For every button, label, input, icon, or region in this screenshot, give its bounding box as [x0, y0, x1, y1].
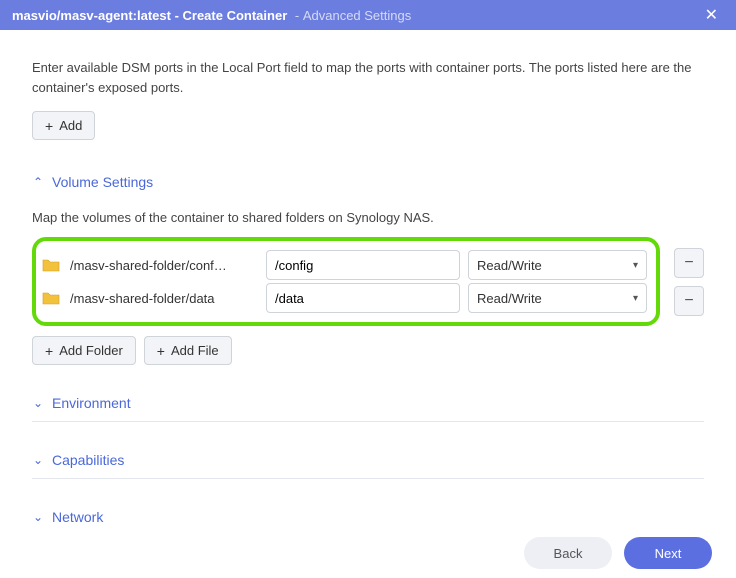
- permission-select[interactable]: Read/Write ▾: [468, 250, 647, 280]
- add-file-label: Add File: [171, 343, 219, 358]
- minus-icon: −: [684, 254, 693, 272]
- back-button[interactable]: Back: [524, 537, 612, 569]
- minus-icon: −: [684, 292, 693, 310]
- volume-settings-header[interactable]: ⌃ Volume Settings: [32, 164, 704, 200]
- capabilities-title: Capabilities: [52, 452, 124, 468]
- folder-icon: [42, 258, 60, 272]
- add-port-label: Add: [59, 118, 82, 133]
- title-sub: - Advanced Settings: [291, 8, 411, 23]
- chevron-down-icon: ⌄: [32, 510, 44, 524]
- title-main: masvio/masv-agent:latest - Create Contai…: [12, 8, 287, 23]
- next-button[interactable]: Next: [624, 537, 712, 569]
- plus-icon: +: [45, 119, 53, 133]
- chevron-up-icon: ⌃: [32, 175, 44, 189]
- environment-title: Environment: [52, 395, 131, 411]
- footer: Back Next: [0, 528, 736, 578]
- volume-settings-title: Volume Settings: [52, 174, 153, 190]
- remove-volume-button[interactable]: −: [674, 248, 704, 278]
- network-title: Network: [52, 509, 103, 525]
- chevron-down-icon: ⌄: [32, 453, 44, 467]
- mount-path-input[interactable]: [266, 250, 460, 280]
- capabilities-header[interactable]: ⌄ Capabilities: [32, 442, 704, 479]
- plus-icon: +: [157, 344, 165, 358]
- close-icon[interactable]: ✕: [699, 3, 724, 27]
- add-port-button[interactable]: + Add: [32, 111, 95, 140]
- content-scroll[interactable]: Enter available DSM ports in the Local P…: [0, 30, 736, 528]
- volume-description: Map the volumes of the container to shar…: [32, 210, 704, 225]
- chevron-down-icon: ⌄: [32, 396, 44, 410]
- mount-path-input[interactable]: [266, 283, 460, 313]
- host-path: /masv-shared-folder/conf…: [68, 258, 258, 273]
- environment-header[interactable]: ⌄ Environment: [32, 385, 704, 422]
- chevron-down-icon: ▾: [633, 293, 638, 304]
- permission-select[interactable]: Read/Write ▾: [468, 283, 647, 313]
- ports-description: Enter available DSM ports in the Local P…: [32, 58, 704, 97]
- folder-icon: [42, 291, 60, 305]
- add-folder-label: Add Folder: [59, 343, 123, 358]
- add-folder-button[interactable]: + Add Folder: [32, 336, 136, 365]
- chevron-down-icon: ▾: [633, 260, 638, 271]
- volume-row: /masv-shared-folder/conf… Read/Write ▾: [42, 250, 650, 280]
- plus-icon: +: [45, 344, 53, 358]
- remove-volume-button[interactable]: −: [674, 286, 704, 316]
- volume-highlight-box: /masv-shared-folder/conf… Read/Write ▾ /…: [32, 237, 660, 326]
- titlebar: masvio/masv-agent:latest - Create Contai…: [0, 0, 736, 30]
- volume-row: /masv-shared-folder/data Read/Write ▾: [42, 283, 650, 313]
- permission-value: Read/Write: [477, 258, 542, 273]
- network-header[interactable]: ⌄ Network: [32, 499, 704, 528]
- host-path: /masv-shared-folder/data: [68, 291, 258, 306]
- permission-value: Read/Write: [477, 291, 542, 306]
- add-file-button[interactable]: + Add File: [144, 336, 232, 365]
